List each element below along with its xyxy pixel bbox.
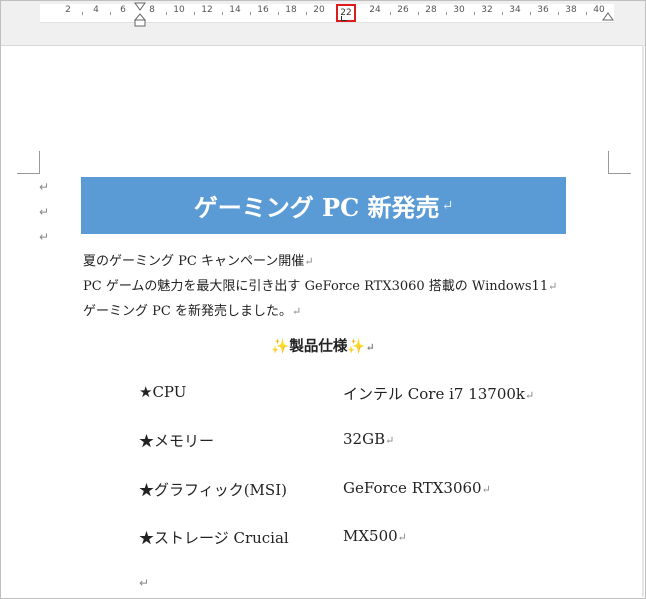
intro-line-text: ゲーミング PC を新発売しました。 [83, 304, 292, 319]
ruler-tick [390, 12, 391, 15]
ruler-number: 6 [120, 5, 126, 15]
ruler-tick [306, 12, 307, 15]
spec-label: ★CPU [139, 383, 187, 401]
spec-label: ★グラフィック(MSI) [139, 481, 287, 499]
ruler-tick [194, 12, 195, 15]
intro-line[interactable]: PC ゲームの魅力を最大限に引き出す GeForce RTX3060 搭載の W… [83, 275, 557, 294]
scrollbar-edge [642, 45, 644, 597]
ruler-tick [530, 12, 531, 15]
ruler-number: 38 [565, 5, 577, 15]
ruler-tick [418, 12, 419, 15]
ruler-number: 20 [313, 5, 325, 15]
ruler-tick [502, 12, 503, 15]
document-title: ゲーミング PC 新発売 [193, 193, 440, 222]
ruler-number: 10 [173, 5, 185, 15]
ruler-number: 28 [425, 5, 437, 15]
ruler-tick [446, 12, 447, 15]
ruler-number: 2 [65, 5, 71, 15]
intro-line[interactable]: ゲーミング PC を新発売しました。↵ [83, 300, 301, 319]
spec-value: GeForce RTX3060↵ [343, 479, 491, 497]
ruler-tick [278, 12, 279, 15]
left-tab-icon [341, 16, 347, 21]
ruler-number: 18 [285, 5, 297, 15]
first-line-indent-marker-icon[interactable] [134, 2, 146, 12]
ruler-number: 30 [453, 5, 465, 15]
ruler-tick [110, 12, 111, 15]
paragraph-mark: ↵ [39, 180, 50, 194]
intro-line-text: PC ゲームの魅力を最大限に引き出す GeForce RTX3060 搭載の W… [83, 279, 549, 294]
ruler-area: 2 4 6 8 10 12 14 16 18 20 24 26 28 30 32… [1, 1, 645, 46]
paragraph-mark: ↵ [385, 434, 395, 447]
spec-label: ★メモリー [139, 432, 215, 450]
tab-stop-marker[interactable]: 22 [336, 4, 356, 22]
ruler-number: 24 [369, 5, 381, 15]
page-corner-top-right [608, 151, 631, 174]
paragraph-mark: ↵ [525, 389, 535, 402]
spec-value: インテル Core i7 13700k↵ [343, 383, 534, 404]
paragraph-mark: ↵ [481, 483, 491, 496]
ruler-number: 36 [537, 5, 549, 15]
ruler-tick [586, 12, 587, 15]
spec-heading[interactable]: ✨製品仕様✨↵ [0, 335, 646, 356]
paragraph-mark: ↵ [441, 197, 454, 214]
sparkle-icon: ✨ [347, 339, 366, 355]
paragraph-mark: ↵ [39, 230, 50, 244]
spec-label: ★ストレージ Crucial [139, 529, 289, 547]
hanging-indent-marker-icon[interactable] [134, 13, 146, 27]
spec-value-text: MX500 [343, 527, 398, 545]
ruler-tick [250, 12, 251, 15]
ruler-number: 26 [397, 5, 409, 15]
paragraph-mark: ↵ [397, 531, 407, 544]
ruler-tick [474, 12, 475, 15]
ruler-number: 4 [93, 5, 99, 15]
ruler-number: 16 [257, 5, 269, 15]
ruler-number: 34 [509, 5, 521, 15]
intro-line[interactable]: 夏のゲーミング PC キャンペーン開催↵ [83, 250, 314, 269]
paragraph-mark: ↵ [304, 255, 314, 268]
title-banner[interactable]: ゲーミング PC 新発売 ↵ [81, 177, 566, 234]
ruler-tick [222, 12, 223, 15]
paragraph-mark: ↵ [139, 576, 150, 590]
page-corner-top-left [17, 151, 40, 174]
ruler-tick [558, 12, 559, 15]
spec-value: MX500↵ [343, 527, 407, 545]
paragraph-mark: ↵ [39, 205, 50, 219]
ruler-tick [82, 12, 83, 15]
spec-value: 32GB↵ [343, 430, 394, 448]
spec-value-text: GeForce RTX3060 [343, 479, 482, 497]
paragraph-mark: ↵ [548, 280, 558, 293]
ruler-number: 32 [481, 5, 493, 15]
right-indent-marker-icon[interactable] [602, 12, 614, 22]
ruler-number: 12 [201, 5, 213, 15]
paragraph-mark: ↵ [291, 305, 302, 318]
ruler-tick [166, 12, 167, 15]
intro-line-text: 夏のゲーミング PC キャンペーン開催 [83, 254, 305, 269]
ruler-number: 14 [229, 5, 241, 15]
spec-value-text: 32GB [343, 430, 386, 448]
spec-heading-text: 製品仕様 [289, 338, 348, 355]
paragraph-mark: ↵ [365, 341, 375, 354]
sparkle-icon: ✨ [271, 339, 290, 355]
spec-value-text: インテル Core i7 13700k [343, 385, 526, 403]
